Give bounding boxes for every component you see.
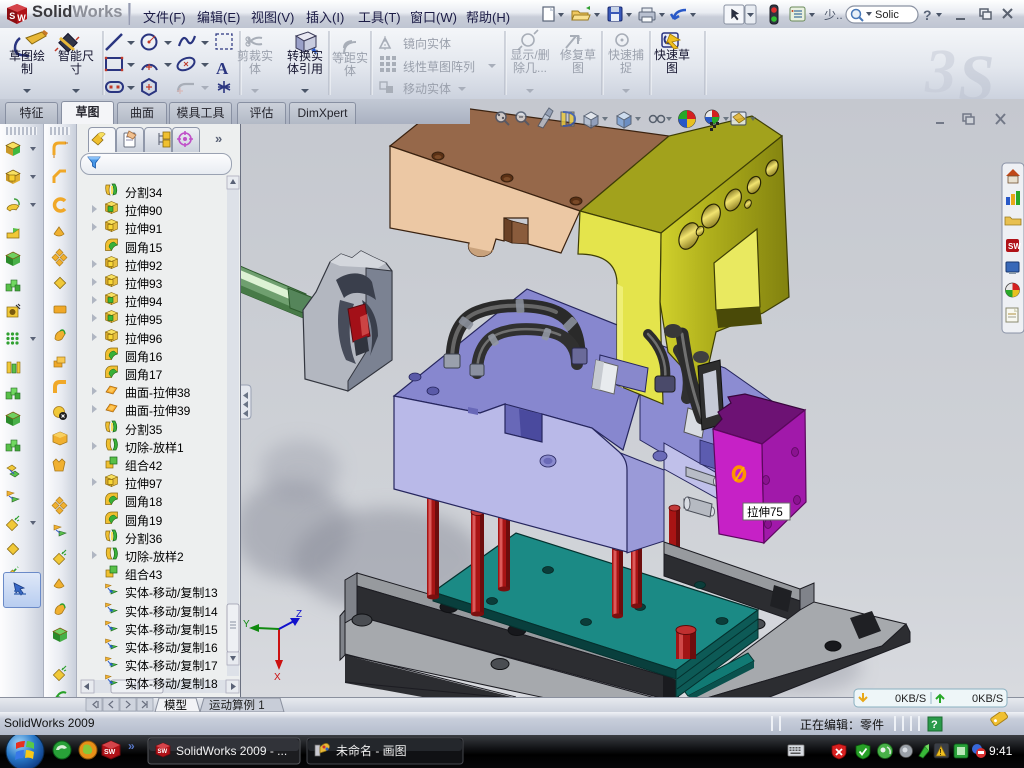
svg-text:0KB/S: 0KB/S [972,693,1003,705]
svg-text:寸: 寸 [70,62,82,76]
svg-text:S: S [9,11,15,21]
svg-text:转换实: 转换实 [287,48,323,63]
svg-text:Solic: Solic [875,9,899,21]
svg-text:显示/删: 显示/删 [510,48,549,62]
svg-text:Z: Z [296,609,302,620]
svg-text:体引用: 体引用 [287,62,323,76]
svg-text:未命名 - 画图: 未命名 - 画图 [336,743,407,758]
svg-text:SW: SW [158,749,168,755]
svg-text:快速捕: 快速捕 [608,47,644,62]
svg-text:制: 制 [21,62,33,76]
svg-text:图: 图 [572,61,584,75]
svg-text:图: 图 [666,61,678,75]
svg-text:运动算例 1: 运动算例 1 [209,698,265,712]
svg-text:快速草: 快速草 [654,48,690,62]
svg-text:等距实: 等距实 [332,50,368,65]
svg-text:捉: 捉 [620,60,632,75]
svg-text:拉伸75: 拉伸75 [747,505,783,519]
svg-text:除几...: 除几... [513,60,547,75]
svg-text:»: » [128,739,135,753]
svg-text:移动实体: 移动实体 [403,81,451,96]
svg-text:?: ? [923,7,932,23]
svg-text:9:41: 9:41 [989,744,1013,758]
svg-text:?: ? [931,719,938,731]
svg-text:线性草图阵列: 线性草图阵列 [403,60,475,74]
svg-text:3: 3 [924,38,956,99]
svg-text:剪裁实: 剪裁实 [237,48,273,63]
svg-text:!: ! [940,748,942,757]
svg-text:X: X [274,672,281,683]
svg-text:草图绘: 草图绘 [9,48,45,63]
svg-text:体: 体 [249,62,261,76]
svg-text:模型: 模型 [164,698,187,712]
svg-text:镜向实体: 镜向实体 [403,36,451,51]
svg-text:W: W [17,13,26,23]
svg-text:SW: SW [1008,242,1021,251]
svg-text:智能尺: 智能尺 [58,48,94,63]
svg-text:0KB/S: 0KB/S [895,693,926,705]
svg-text:S: S [958,42,995,99]
svg-text:体: 体 [344,64,356,78]
svg-text:SolidWorks 2009 - ...: SolidWorks 2009 - ... [176,744,287,758]
svg-text:Y: Y [243,619,250,630]
svg-text:修复草: 修复草 [560,47,596,62]
svg-text:+: + [576,33,582,45]
svg-text:A: A [216,59,229,78]
svg-text:SW: SW [104,749,116,756]
svg-text:少..: 少.. [824,8,843,22]
